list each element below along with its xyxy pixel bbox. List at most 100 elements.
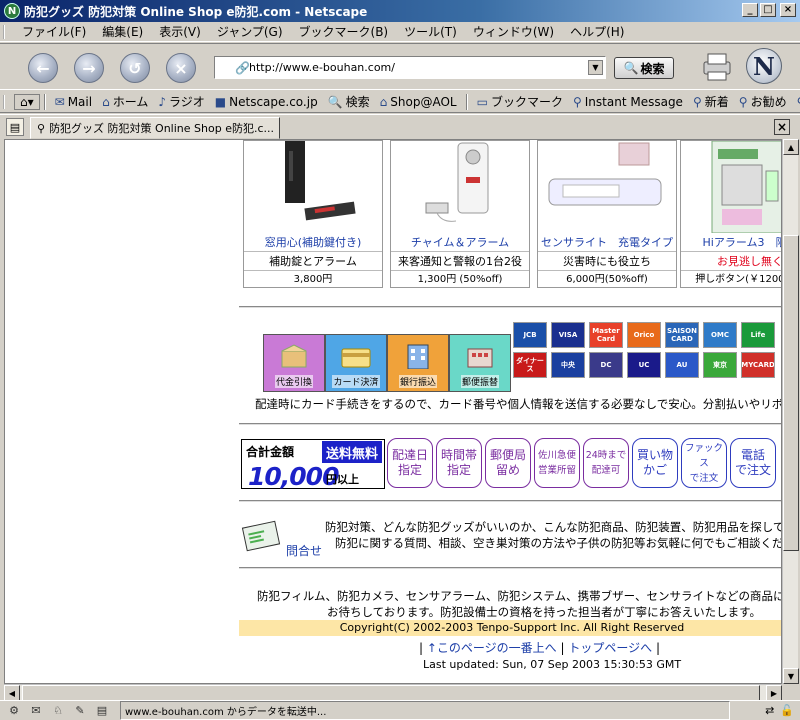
bookmark-mail[interactable]: ✉ Mail <box>50 95 97 109</box>
post-office-icon <box>467 348 493 368</box>
bookmark-netscape[interactable]: ■ Netscape.co.jp <box>210 95 323 109</box>
bookmark-radio[interactable]: ♪ ラジオ <box>153 93 209 110</box>
netscape-app-icon[interactable]: N <box>4 3 20 19</box>
stop-button[interactable]: × <box>166 53 196 83</box>
shopping-cart-button[interactable]: 買い物 かご <box>632 438 678 488</box>
menu-bar: ファイル(F) 編集(E) 表示(V) ジャンプ(G) ブックマーク(B) ツー… <box>0 22 800 42</box>
service-sagawa[interactable]: 佐川急便 営業所留 <box>534 438 580 488</box>
payment-card[interactable]: カード決済 <box>325 334 387 392</box>
tab-title: 防犯グッズ 防犯対策 Online Shop e防犯.c... <box>49 122 274 135</box>
scroll-left-button[interactable]: ◀ <box>4 685 20 701</box>
fax-order-button[interactable]: ファックス で注文 <box>681 438 727 488</box>
contact-card-icon[interactable] <box>241 520 281 552</box>
home-icon: ⌂ <box>102 94 110 109</box>
product-image[interactable] <box>392 141 528 233</box>
product-image[interactable] <box>539 141 675 233</box>
last-updated: Last updated: Sun, 07 Sep 2003 15:30:53 … <box>423 658 682 671</box>
new-tab-icon[interactable]: ▤ <box>6 118 24 136</box>
scroll-up-button[interactable]: ▲ <box>783 139 799 155</box>
forward-button[interactable]: → <box>74 53 104 83</box>
menu-window[interactable]: ウィンドウ(W) <box>465 23 562 40</box>
product-name[interactable]: センサライト 充電タイプ <box>538 234 676 252</box>
product-card[interactable]: 窓用心(補助鍵付き) 補助錠とアラーム 3,800円 <box>243 140 383 288</box>
payment-bank[interactable]: 銀行振込 <box>387 334 449 392</box>
service-time-slot[interactable]: 時間帯 指定 <box>436 438 482 488</box>
print-icon[interactable] <box>700 50 734 84</box>
bookmark-shop-aol[interactable]: ⌂ Shop@AOL <box>375 95 462 109</box>
address-book-icon[interactable]: ▤ <box>94 704 110 718</box>
bookmark-search[interactable]: 🔍 検索 <box>323 93 375 110</box>
link-home[interactable]: トップページへ <box>568 641 652 655</box>
shop-icon: ⌂ <box>379 94 388 109</box>
product-image[interactable] <box>245 141 381 233</box>
mail-icon: ✉ <box>54 94 65 109</box>
scroll-thumb[interactable] <box>783 235 799 551</box>
url-input[interactable] <box>249 61 579 74</box>
scroll-right-button[interactable]: ▶ <box>766 685 782 701</box>
service-post-office[interactable]: 郵便局 留め <box>485 438 531 488</box>
minimize-button[interactable]: _ <box>742 3 758 17</box>
maximize-button[interactable]: □ <box>760 3 776 17</box>
divider <box>239 567 781 569</box>
phone-order-button[interactable]: 電話 で注文 <box>730 438 776 488</box>
scroll-down-button[interactable]: ▼ <box>783 668 799 684</box>
close-window-button[interactable]: × <box>780 3 796 17</box>
bookmark-recommend[interactable]: ⚲ お勧め <box>734 93 792 110</box>
product-name[interactable]: Hiアラーム3 限定 <box>681 234 781 252</box>
menu-bookmarks[interactable]: ブックマーク(B) <box>291 23 397 40</box>
reload-button[interactable]: ↺ <box>120 53 150 83</box>
product-card[interactable]: チャイム＆アラーム 来客通知と警報の1台2役 1,300円 (50%off) <box>390 140 530 288</box>
divider <box>239 500 781 502</box>
label: 検索 <box>345 95 370 109</box>
link-icon: ⚲ <box>797 95 800 109</box>
vertical-scrollbar[interactable]: ▲ ▼ <box>782 139 799 684</box>
mail-icon[interactable]: ✉ <box>28 704 44 718</box>
payment-postal[interactable]: 郵便振替 <box>449 334 511 392</box>
contact-text: 防犯対策、どんな防犯グッズがいいのか、こんな防犯商品、防犯装置、防犯用品を探して… <box>325 519 782 551</box>
contact-link[interactable]: 問合せ <box>286 542 322 559</box>
location-bar[interactable]: 🔗 ▼ <box>214 56 606 79</box>
card-logo: ダイナース <box>513 352 547 378</box>
back-button[interactable]: ← <box>28 53 58 83</box>
menu-file[interactable]: ファイル(F) <box>14 23 94 40</box>
scroll-thumb[interactable] <box>22 685 760 701</box>
menubar-grip[interactable] <box>3 25 8 39</box>
product-name[interactable]: チャイム＆アラーム <box>391 234 529 252</box>
aim-icon[interactable]: ♘ <box>50 704 66 718</box>
menu-tools[interactable]: ツール(T) <box>396 23 465 40</box>
bookmark-new[interactable]: ⚲ 新着 <box>688 93 734 110</box>
search-button[interactable]: 🔍 検索 <box>614 57 674 79</box>
divider <box>239 306 781 308</box>
link-page-top[interactable]: ↑このページの一番上へ <box>427 641 557 655</box>
composer-icon[interactable]: ✎ <box>72 704 88 718</box>
bookmark-folder[interactable]: ▭ ブックマーク <box>472 93 568 110</box>
stop-icon: × <box>174 58 188 78</box>
service-delivery-date[interactable]: 配達日 指定 <box>387 438 433 488</box>
bookmark-home[interactable]: ⌂ ホーム <box>97 93 153 110</box>
menu-view[interactable]: 表示(V) <box>151 23 209 40</box>
contact-line: 防犯対策、どんな防犯グッズがいいのか、こんな防犯商品、防犯装置、防犯用品を探して… <box>325 520 782 534</box>
service-24h[interactable]: 24時まで 配達可 <box>583 438 629 488</box>
menu-help[interactable]: ヘルプ(H) <box>562 23 632 40</box>
product-card[interactable]: センサライト 充電タイプ 災害時にも役立ち 6,000円(50%off) <box>537 140 677 288</box>
bookmark-more[interactable]: ⚲メ <box>792 93 800 110</box>
shipping-amount: 10,000 <box>248 462 339 491</box>
netscape-logo[interactable]: N <box>746 48 782 84</box>
tab-active[interactable]: ⚲ 防犯グッズ 防犯対策 Online Shop e防犯.c... <box>30 117 280 139</box>
product-card[interactable]: Hiアラーム3 限定 お見逃し無く 押しボタン(￥12000)が <box>680 140 782 288</box>
payment-cod[interactable]: 代金引換 <box>263 334 325 392</box>
card-logo: Master Card <box>589 322 623 348</box>
horizontal-scrollbar[interactable]: ◀ ▶ <box>4 684 782 701</box>
url-history-dropdown[interactable]: ▼ <box>588 60 603 75</box>
personal-toolbar-grip[interactable] <box>3 95 8 109</box>
home-tab-icon[interactable]: ⌂▾ <box>14 93 40 110</box>
product-image[interactable] <box>682 141 782 233</box>
security-lock-icon[interactable]: 🔓 <box>780 704 794 717</box>
close-tab-button[interactable]: × <box>774 119 790 135</box>
separator: | <box>652 641 660 655</box>
bookmark-instant-message[interactable]: ⚲ Instant Message <box>568 95 688 109</box>
menu-edit[interactable]: 編集(E) <box>94 23 151 40</box>
menu-go[interactable]: ジャンプ(G) <box>209 23 291 40</box>
product-name[interactable]: 窓用心(補助鍵付き) <box>244 234 382 252</box>
navigator-icon[interactable]: ⚙ <box>6 704 22 718</box>
